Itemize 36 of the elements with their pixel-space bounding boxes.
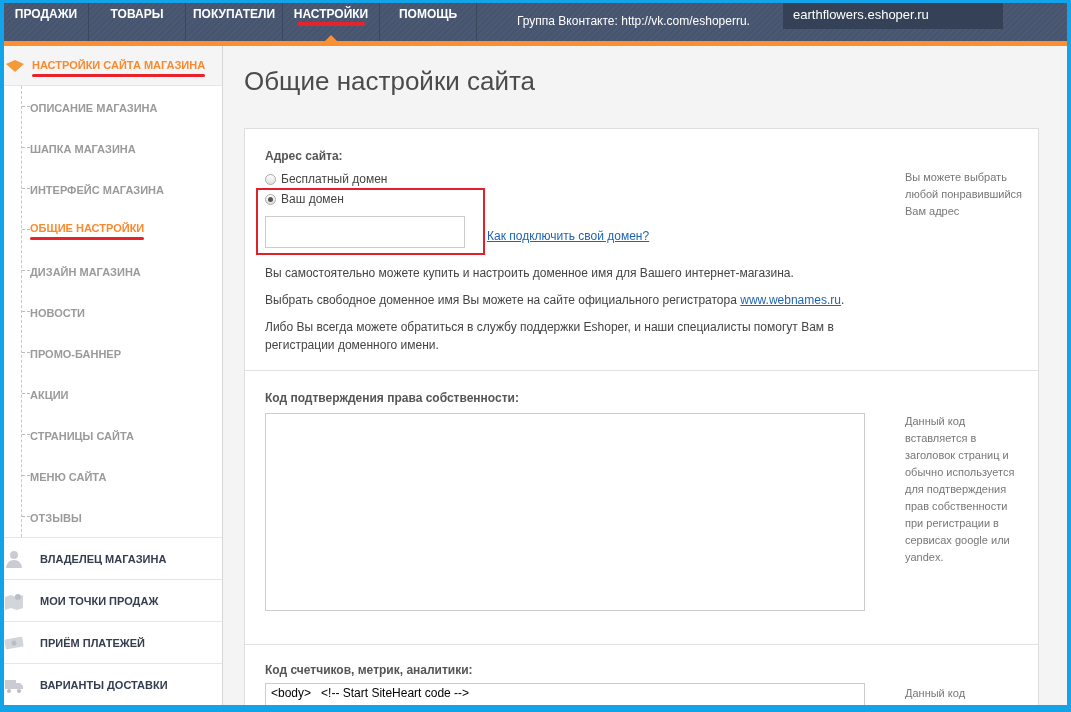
highlight-underline xyxy=(297,22,365,26)
hint-text: Данный код вставляется в заголовок страниц и обычно используется для подтверждения прав собственности при регистрации в сервисах google или yandex. xyxy=(905,414,1016,565)
sidebar-item[interactable]: МОИ ТОЧКИ ПРОДАЖ xyxy=(40,594,159,607)
registrar-link[interactable]: www.webnames.ru xyxy=(740,293,841,307)
sidebar-item[interactable]: ВАРИАНТЫ ДОСТАВКИ xyxy=(40,678,168,691)
hint-text: Данный код xyxy=(905,686,967,701)
nav-tab[interactable]: ТОВАРЫ xyxy=(89,3,186,41)
vk-group-text: Группа Вконтакте: http://vk.com/eshoperru. xyxy=(517,14,750,28)
person-icon xyxy=(4,549,24,568)
help-link[interactable]: Как подключить свой домен? xyxy=(487,229,650,243)
page-title: Общие настройки сайта xyxy=(244,66,537,98)
radio-label[interactable]: Бесплатный домен xyxy=(281,172,388,186)
field-label: Код счетчиков, метрик, аналитики: xyxy=(265,663,474,677)
paragraph: Выбрать свободное доменное имя Вы можете на сайте официального регистратора www.webnames.ru. xyxy=(265,292,846,309)
store-link[interactable]: earthflowers.eshoper.ru xyxy=(793,7,929,22)
section-title: НАСТРОЙКИ САЙТА МАГАЗИНА xyxy=(32,58,206,71)
radio-button[interactable] xyxy=(265,193,276,205)
vk-link[interactable]: http://vk.com/eshoperru xyxy=(621,14,747,28)
paragraph: Вы самостоятельно можете купить и настроить доменное имя для Вашего интернет-магазина. xyxy=(265,265,795,282)
sidebar-item[interactable]: ВЛАДЕЛЕЦ МАГАЗИНА xyxy=(40,552,167,565)
active-pointer-icon xyxy=(325,35,337,41)
counter-code-field[interactable]: <body> <!-- Start SiteHeart code --> xyxy=(265,683,865,705)
nav-tab[interactable]: ПРОДАЖИ xyxy=(4,3,89,41)
radio-label[interactable]: Ваш домен xyxy=(281,192,344,206)
nav-tab[interactable]: ПОКУПАТЕЛИ xyxy=(186,3,283,41)
nav-tab[interactable]: ПОМОЩЬ xyxy=(380,3,477,41)
hint-text: Вы можете выбрать любой понравившийся Вам адрес xyxy=(905,170,1023,219)
paragraph: Либо Вы всегда можете обратиться в службу поддержки Eshoper, и наши специалисты помогут Вам в регистрации доменного имени. xyxy=(265,319,835,354)
nav-tab[interactable]: НАСТРОЙКИ xyxy=(283,3,380,41)
field-label: Код подтверждения права собственности: xyxy=(265,391,520,405)
book-icon xyxy=(6,59,24,72)
sidebar-item[interactable]: ПРИЁМ ПЛАТЕЖЕЙ xyxy=(40,636,145,649)
field-label: Адрес сайта: xyxy=(265,149,344,163)
domain-input-field[interactable] xyxy=(265,216,465,248)
radio-button[interactable] xyxy=(265,173,276,185)
ownership-code-field[interactable] xyxy=(265,413,865,611)
